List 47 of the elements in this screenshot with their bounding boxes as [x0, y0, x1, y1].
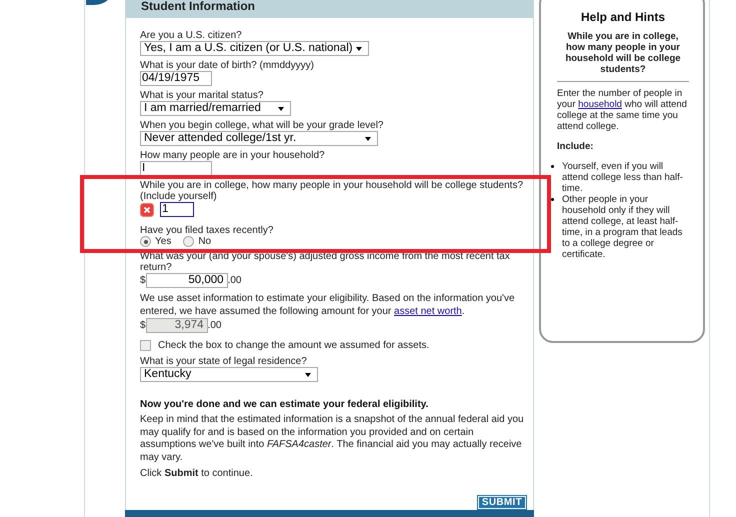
radio-button[interactable] [140, 236, 151, 247]
section-title: Student Information [141, 0, 255, 13]
bullet-icon [551, 198, 554, 201]
help-text: Enter the number of people in your household who will attend college at the same time you attend college. [557, 88, 688, 132]
question-label: While you are in college, how many people in your household will be college students? [140, 180, 524, 191]
question-label: Have you filed taxes recently? [140, 225, 274, 236]
submit-instruction: Click Submit to continue. [140, 468, 254, 480]
bullet-icon [551, 165, 554, 168]
amount-field[interactable]: 50,000 [146, 273, 228, 288]
bullet-text: Yourself, even if you will attend college less than half-time. [562, 161, 684, 194]
caret-icon [356, 46, 362, 50]
submit-button[interactable]: SUBMIT [476, 494, 527, 510]
include-heading: Include: [557, 141, 594, 152]
radio-button[interactable] [183, 236, 194, 247]
currency-sign: $ [140, 275, 146, 286]
question-label: return? [140, 262, 173, 273]
dropdown[interactable]: Never attended college/1st yr. [140, 131, 378, 146]
help-question: While you are in college, how many people in your household will be college students? [557, 31, 689, 82]
asset-explanation: We use asset information to estimate your eligibility. Based on the information you've entered, we have assumed the following amount for your asset net worth. [140, 292, 516, 318]
question-label: How many people are in your household? [140, 150, 326, 161]
dropdown[interactable]: I am married/remarried [140, 101, 291, 116]
currency-sign: $ [140, 320, 146, 331]
summary-heading: Now you're done and we can estimate your federal eligibility. [140, 399, 430, 410]
cents-text: .00 [208, 320, 222, 331]
caret-icon [305, 372, 311, 376]
dropdown[interactable]: Yes, I am a U.S. citizen (or U.S. national) [140, 41, 369, 56]
cents-text: .00 [228, 275, 242, 286]
question-label: What is your state of legal residence? [140, 356, 308, 367]
summary-text: Keep in mind that the estimated information is a snapshot of the annual federal aid you may qualify for and is based on the information you provided and on certain assumptions we've built into FAFSA4caster. The financial aid you may actually receive may vary. [140, 414, 525, 464]
hint-text: (Include yourself) [140, 191, 218, 202]
question-label: Are you a U.S. citizen? [140, 30, 243, 41]
dropdown[interactable]: Kentucky [140, 367, 318, 382]
caret-icon [278, 106, 284, 110]
input-field[interactable]: I [140, 161, 212, 176]
checkbox[interactable] [140, 340, 151, 351]
radio-label: No [198, 236, 212, 247]
question-label: What is your date of birth? (mmddyyyy) [140, 60, 315, 71]
question-label: When you begin college, what will be your grade level? [140, 120, 384, 131]
household-link[interactable]: household [578, 99, 622, 110]
radio-label: Yes [155, 236, 172, 247]
caret-icon [365, 136, 371, 140]
checkbox-label: Check the box to change the amount we assumed for assets. [158, 340, 430, 351]
input-field[interactable]: 1 [160, 202, 194, 217]
help-title: Help and Hints [580, 12, 666, 23]
question-label: What is your marital status? [140, 90, 264, 101]
bullet-text: Other people in your household only if they will attend college, at least half-time, in a program that leads to a college degree or certificate. [562, 194, 684, 260]
input-field[interactable]: 04/19/1975 [140, 71, 212, 86]
